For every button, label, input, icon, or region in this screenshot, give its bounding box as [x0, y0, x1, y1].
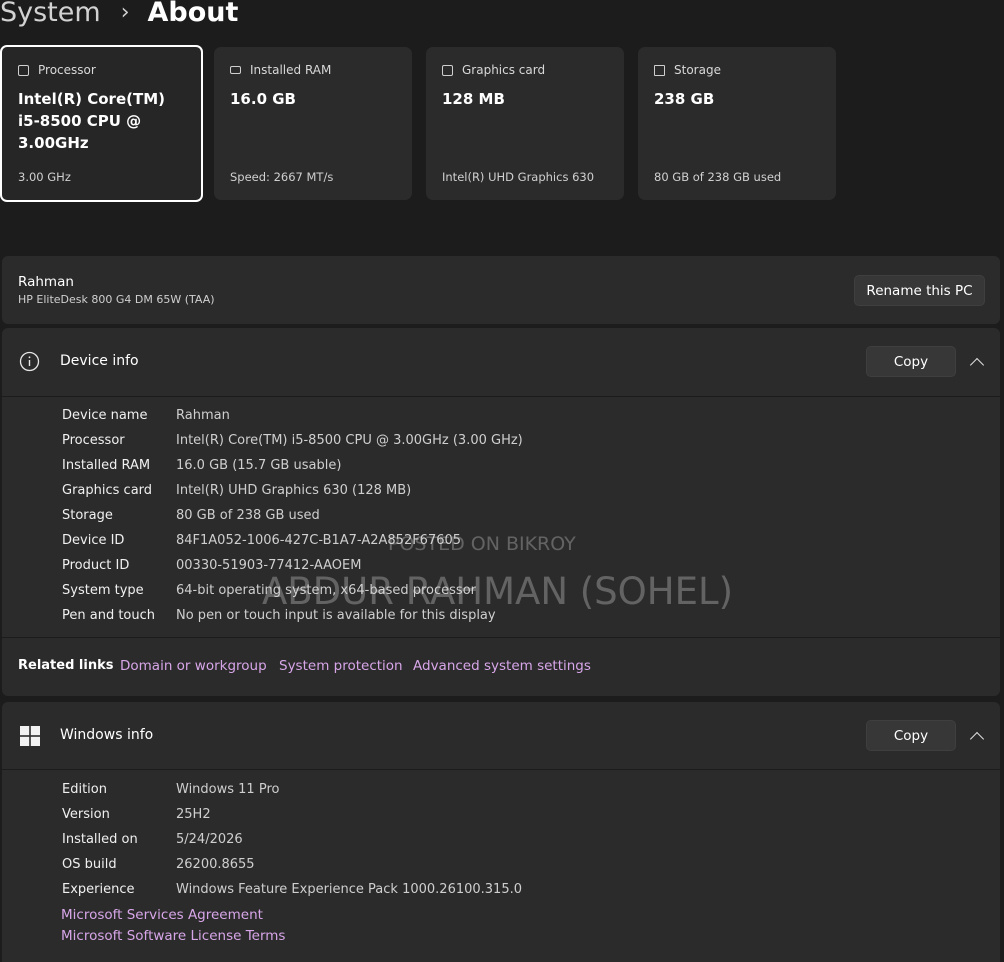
breadcrumb-current: About	[147, 0, 239, 28]
spec-card-detail: Speed: 2667 MT/s	[230, 170, 334, 184]
device-info-row: Product ID 00330-51903-77412-AAOEM	[62, 557, 362, 573]
ram-icon	[230, 66, 241, 74]
spec-card-label: Processor	[38, 63, 96, 77]
spec-card-ram[interactable]: Installed RAM 16.0 GB Speed: 2667 MT/s	[214, 47, 412, 200]
storage-icon	[654, 64, 665, 76]
spec-card-label: Installed RAM	[250, 63, 332, 77]
license-terms-link[interactable]: Microsoft Software License Terms	[61, 928, 285, 944]
related-links-label: Related links	[18, 658, 114, 673]
breadcrumb-parent[interactable]: System	[0, 0, 101, 28]
chevron-right-icon: ›	[120, 0, 130, 25]
device-info-row: Storage 80 GB of 238 GB used	[62, 507, 320, 523]
pc-name-panel: Rahman HP EliteDesk 800 G4 DM 65W (TAA) …	[2, 256, 1000, 324]
windows-info-row: Edition Windows 11 Pro	[62, 781, 280, 797]
device-info-title: Device info	[60, 353, 139, 369]
processor-icon	[18, 64, 29, 76]
windows-info-body: Edition Windows 11 Pro Version 25H2 Instal…	[2, 770, 1000, 962]
services-agreement-link[interactable]: Microsoft Services Agreement	[61, 907, 263, 923]
breadcrumb: System › About	[0, 0, 238, 32]
info-icon	[19, 351, 40, 372]
spec-card-detail: Intel(R) UHD Graphics 630	[442, 170, 595, 184]
spec-card-graphics[interactable]: Graphics card 128 MB Intel(R) UHD Graphi…	[426, 47, 624, 200]
device-info-row: Installed RAM 16.0 GB (15.7 GB usable)	[62, 457, 342, 473]
device-info-row: Processor Intel(R) Core(TM) i5-8500 CPU @…	[62, 432, 523, 448]
windows-info-row: Version 25H2	[62, 806, 211, 822]
advanced-system-settings-link[interactable]: Advanced system settings	[413, 658, 591, 674]
windows-info-title: Windows info	[60, 727, 154, 743]
spec-card-detail: 3.00 GHz	[18, 170, 71, 184]
windows-info-copy-button[interactable]: Copy	[866, 720, 956, 751]
windows-logo-icon	[20, 726, 40, 746]
windows-info-header[interactable]: Windows info Copy	[2, 702, 1000, 769]
device-info-row: Device ID 84F1A052-1006-427C-B1A7-A2A852F…	[62, 532, 462, 548]
pc-name: Rahman	[18, 274, 74, 290]
spec-card-detail: 80 GB of 238 GB used	[654, 170, 782, 184]
device-info-body: Device name Rahman Processor Intel(R) Core…	[2, 397, 1000, 637]
graphics-card-icon	[442, 64, 453, 76]
windows-info-row: Experience Windows Feature Experience Pac…	[62, 881, 522, 897]
device-info-row: Pen and touch No pen or touch input is av…	[62, 607, 496, 623]
windows-info-row: OS build 26200.8655	[62, 856, 255, 872]
spec-card-label: Graphics card	[462, 63, 546, 77]
device-info-row: System type 64-bit operating system, x64-…	[62, 582, 476, 598]
device-info-header[interactable]: Device info Copy	[2, 328, 1000, 396]
device-info-row: Graphics card Intel(R) UHD Graphics 630 (…	[62, 482, 412, 498]
spec-card-value: 128 MB	[442, 90, 505, 108]
rename-pc-button[interactable]: Rename this PC	[854, 275, 985, 306]
device-info-row: Device name Rahman	[62, 407, 230, 423]
spec-card-value: 238 GB	[654, 90, 715, 108]
device-info-copy-button[interactable]: Copy	[866, 346, 956, 377]
spec-card-value: 16.0 GB	[230, 90, 296, 108]
spec-card-label: Storage	[674, 63, 721, 77]
chevron-up-icon[interactable]	[969, 357, 985, 373]
pc-model: HP EliteDesk 800 G4 DM 65W (TAA)	[18, 293, 215, 306]
windows-info-row: Installed on 5/24/2026	[62, 831, 243, 847]
system-protection-link[interactable]: System protection	[279, 658, 403, 674]
domain-workgroup-link[interactable]: Domain or workgroup	[120, 658, 267, 674]
related-links-bar: Related links Domain or workgroup System…	[2, 638, 1000, 696]
spec-card-storage[interactable]: Storage 238 GB 80 GB of 238 GB used	[638, 47, 836, 200]
spec-card-processor[interactable]: Processor Intel(R) Core(TM) i5-8500 CPU …	[0, 45, 203, 202]
spec-card-value: Intel(R) Core(TM) i5-8500 CPU @ 3.00GHz	[18, 90, 165, 152]
chevron-up-icon[interactable]	[969, 731, 985, 747]
